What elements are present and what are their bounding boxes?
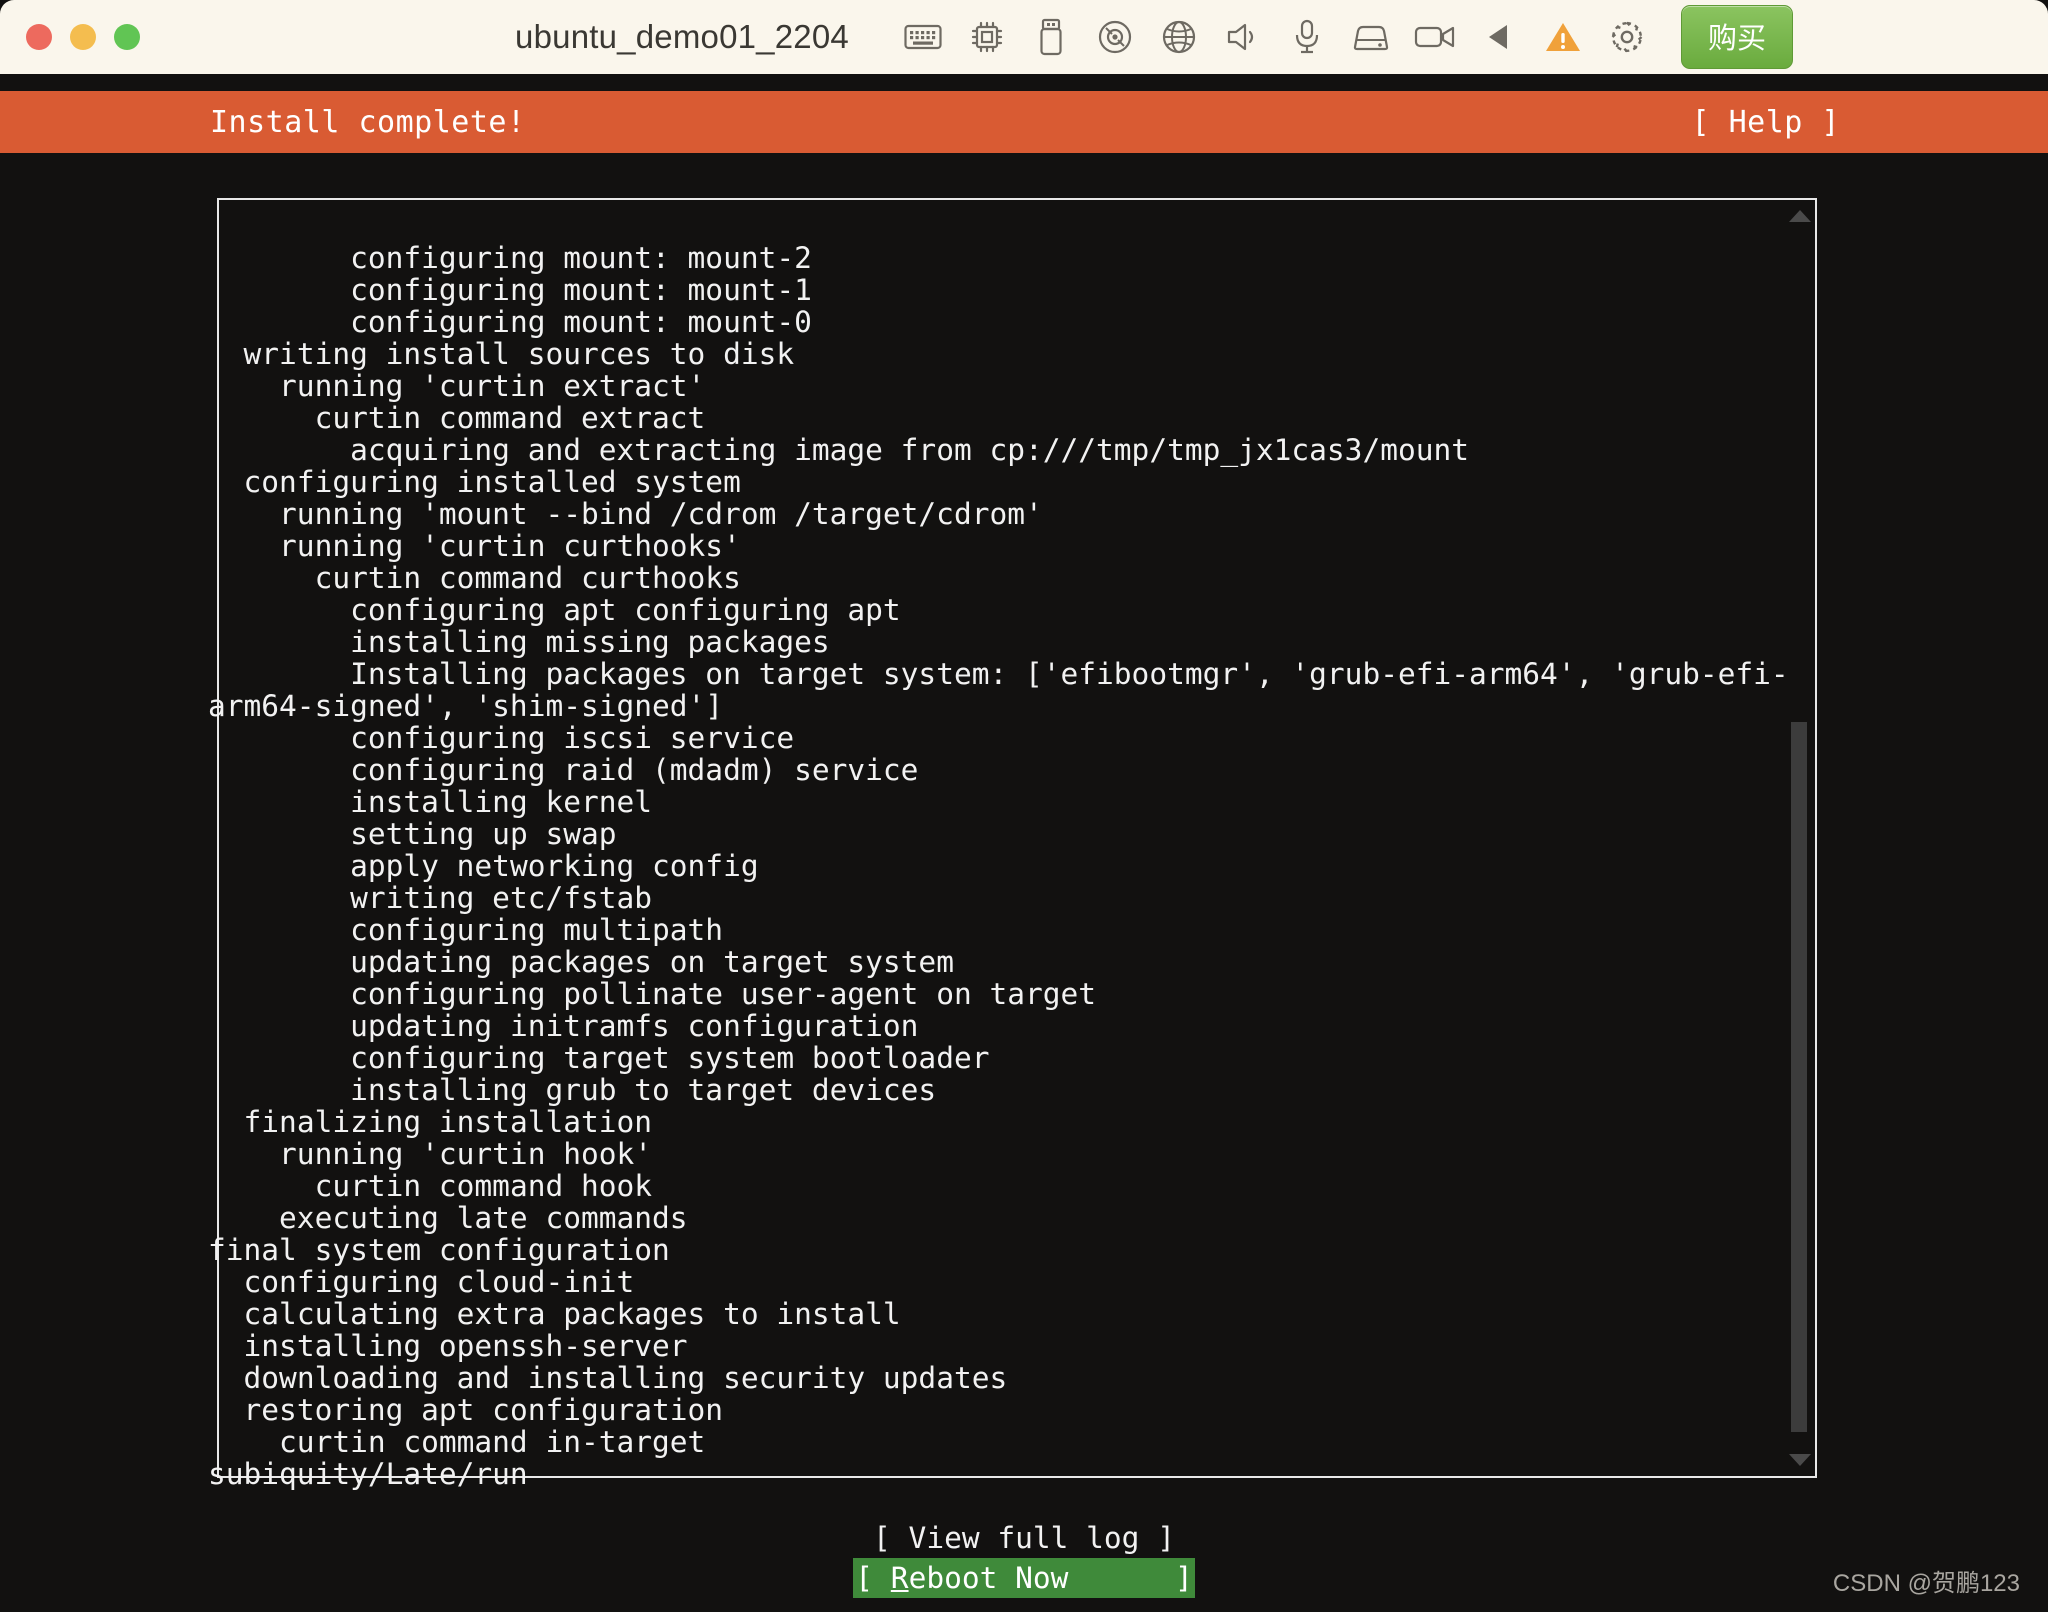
log-scrollbar[interactable] <box>1787 202 1813 1474</box>
reboot-label-rest: eboot Now ] <box>908 1561 1193 1595</box>
installer-header: Install complete! [ Help ] <box>0 91 2048 153</box>
buy-button[interactable]: 购买 <box>1680 5 1793 69</box>
network-globe-icon[interactable] <box>1147 13 1211 61</box>
titlebar-cluster: ubuntu_demo01_2204 购买 <box>515 5 1793 69</box>
microphone-icon[interactable] <box>1275 13 1339 61</box>
virtual-machine-window: ubuntu_demo01_2204 购买 Install complete! … <box>0 0 2048 1612</box>
close-button[interactable] <box>26 24 52 50</box>
maximize-button[interactable] <box>114 24 140 50</box>
speaker-icon[interactable] <box>1211 13 1275 61</box>
reboot-label-open: [ <box>855 1561 891 1595</box>
hard-disk-icon[interactable] <box>1339 13 1403 61</box>
scroll-down-arrow-icon[interactable] <box>1789 1454 1811 1466</box>
window-titlebar: ubuntu_demo01_2204 购买 <box>0 0 2048 74</box>
keyboard-icon[interactable] <box>891 13 955 61</box>
install-log-panel: configuring mount: mount-2 configuring m… <box>208 198 1817 1490</box>
camera-icon[interactable] <box>1403 13 1467 61</box>
usb-drive-icon[interactable] <box>1019 13 1083 61</box>
installer-actions: [ View full log ] [ Reboot Now ] <box>0 1518 2048 1598</box>
page-title: Install complete! <box>210 104 526 140</box>
cpu-icon[interactable] <box>955 13 1019 61</box>
view-full-log-button[interactable]: [ View full log ] <box>871 1518 1177 1558</box>
minimize-button[interactable] <box>70 24 96 50</box>
watermark: CSDN @贺鹏123 <box>1832 1570 2020 1597</box>
scroll-up-arrow-icon[interactable] <box>1789 210 1811 222</box>
window-controls <box>26 24 140 50</box>
window-title: ubuntu_demo01_2204 <box>515 18 849 55</box>
install-log-text: configuring mount: mount-2 configuring m… <box>208 240 1789 1491</box>
help-button[interactable]: [ Help ] <box>1692 105 1841 140</box>
back-triangle-icon[interactable] <box>1467 13 1531 61</box>
installer-main: configuring mount: mount-2 configuring m… <box>0 153 2048 1612</box>
titlebar-center-region: ubuntu_demo01_2204 购买 <box>0 0 2048 74</box>
titlebar-spacer <box>0 74 2048 91</box>
warning-icon[interactable] <box>1531 13 1595 61</box>
scrollbar-thumb[interactable] <box>1791 722 1807 1432</box>
reboot-label-mnemonic: R <box>890 1561 909 1595</box>
reboot-now-button[interactable]: [ Reboot Now ] <box>853 1558 1195 1598</box>
gear-icon[interactable] <box>1595 13 1659 61</box>
optical-disc-icon[interactable] <box>1083 13 1147 61</box>
